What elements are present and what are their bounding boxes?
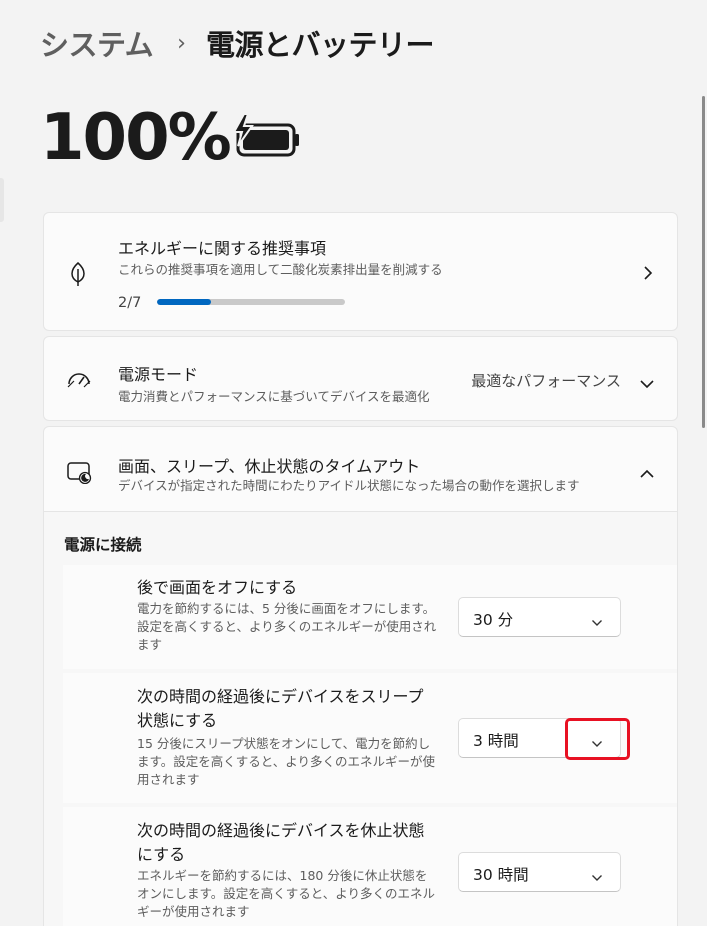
setting-description: エネルギーを節約するには、180 分後に休止状態をオンにします。設定を高くすると…	[137, 868, 436, 919]
setting-title: 後で画面をオフにする	[137, 578, 298, 597]
setting-description: 15 分後にスリープ状態をオンにして、電力を節約します。設定を高くすると、より多…	[137, 736, 436, 787]
screen-sleep-icon	[66, 460, 92, 488]
leaf-icon	[66, 261, 90, 291]
dropdown-value: 30 時間	[473, 866, 529, 884]
battery-percentage: 100%	[40, 101, 232, 175]
chevron-down-icon	[591, 612, 603, 631]
power-mode-title: 電源モード	[118, 365, 199, 384]
setting-title: 次の時間の経過後にデバイスを休止状態にする	[137, 821, 425, 864]
breadcrumb: システム › 電源とバッテリー	[40, 22, 434, 64]
setting-description: 電力を節約するには、5 分後に画面をオフにします。設定を高くすると、より多くのエ…	[137, 601, 437, 652]
page-title: 電源とバッテリー	[205, 28, 435, 62]
setting-row-hibernate: 次の時間の経過後にデバイスを休止状態にする エネルギーを節約するには、180 分…	[63, 807, 677, 926]
section-title-plugged-in: 電源に接続	[64, 536, 142, 554]
energy-card-title: エネルギーに関する推奨事項	[118, 239, 327, 258]
progress-bar	[157, 299, 345, 305]
timeout-card-title: 画面、スリープ、休止状態のタイムアウト	[118, 457, 421, 476]
setting-row-screen-off: 後で画面をオフにする 電力を節約するには、5 分後に画面をオフにします。設定を高…	[63, 565, 677, 669]
setting-title: 次の時間の経過後にデバイスをスリープ状態にする	[137, 687, 424, 730]
chevron-down-icon	[591, 867, 603, 886]
dropdown-value: 3 時間	[473, 732, 519, 750]
chevron-up-icon[interactable]	[639, 464, 655, 483]
scrollbar-thumb[interactable]	[702, 96, 705, 428]
highlight-box	[565, 718, 630, 760]
timeout-card-subtitle: デバイスが指定された時間にわたりアイドル状態になった場合の動作を選択します	[118, 478, 580, 493]
progress-label: 2/7	[118, 295, 142, 311]
power-mode-card[interactable]: 電源モード 電力消費とパフォーマンスに基づいてデバイスを最適化 最適なパフォーマ…	[43, 336, 678, 421]
breadcrumb-separator: ›	[177, 30, 186, 56]
chevron-down-icon[interactable]	[639, 374, 655, 393]
breadcrumb-parent[interactable]: システム	[40, 22, 154, 64]
speedometer-icon	[66, 367, 92, 393]
screen-off-dropdown[interactable]: 30 分	[458, 597, 621, 637]
timeout-card-header[interactable]: 画面、スリープ、休止状態のタイムアウト デバイスが指定された時間にわたりアイドル…	[44, 427, 677, 512]
battery-charging-icon	[230, 112, 300, 164]
energy-card-subtitle: これらの推奨事項を適用して二酸化炭素排出量を削減する	[118, 262, 443, 277]
power-mode-value[interactable]: 最適なパフォーマンス	[471, 370, 621, 391]
hibernate-dropdown[interactable]: 30 時間	[458, 852, 621, 892]
dropdown-value: 30 分	[473, 611, 514, 629]
nav-edge-handle	[0, 178, 4, 222]
chevron-right-icon[interactable]	[643, 265, 653, 285]
power-mode-subtitle: 電力消費とパフォーマンスに基づいてデバイスを最適化	[118, 389, 430, 404]
energy-recommendations-card[interactable]: エネルギーに関する推奨事項 これらの推奨事項を適用して二酸化炭素排出量を削減する…	[43, 212, 678, 331]
progress-bar-fill	[157, 299, 211, 305]
